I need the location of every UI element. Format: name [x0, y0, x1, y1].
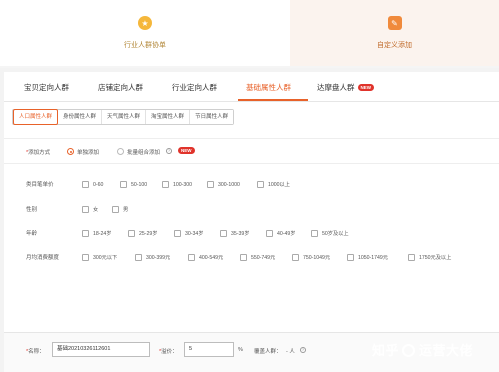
tab-item-crowd[interactable]: 宝贝定向人群	[24, 82, 69, 93]
checkbox[interactable]	[266, 230, 273, 237]
option-spend-4[interactable]: 750-1049元	[292, 253, 330, 262]
checkbox[interactable]	[347, 254, 354, 261]
watermark-logo-icon	[402, 344, 416, 357]
option-price-0[interactable]: 0-60	[82, 180, 103, 189]
bid-label: *溢价：	[159, 349, 178, 355]
custom-add-card[interactable]: ✎ 自定义添加	[290, 0, 499, 66]
add-method-row: *添加方式 单独添加 批量组合添加 ? NEW	[4, 138, 499, 164]
checkbox[interactable]	[128, 230, 135, 237]
edit-tag-icon: ✎	[387, 16, 402, 30]
industry-crowd-label: 行业人群协单	[124, 42, 166, 49]
custom-add-label: 自定义添加	[377, 42, 412, 49]
name-label: *名称：	[26, 349, 45, 355]
coverage-value: - 人	[286, 349, 295, 355]
help-icon[interactable]: ?	[300, 347, 306, 353]
bid-input[interactable]: 5	[184, 342, 234, 357]
crowd-tabs: 宝贝定向人群 店铺定向人群 行业定向人群 基础属性人群 达摩盘人群 NEW	[4, 72, 499, 102]
option-price-1[interactable]: 50-100	[120, 180, 147, 189]
checkbox[interactable]	[82, 230, 89, 237]
new-badge: NEW	[178, 147, 195, 154]
industry-crowd-card[interactable]: ★ 行业人群协单	[0, 0, 290, 66]
crowd-name-input[interactable]: 基础20210326112601	[52, 342, 150, 357]
checkbox[interactable]	[82, 254, 89, 261]
option-price-2[interactable]: 100-300	[162, 180, 192, 189]
checkbox[interactable]	[408, 254, 415, 261]
checkbox[interactable]	[311, 230, 318, 237]
mode-selector: ★ 行业人群协单 ✎ 自定义添加	[0, 0, 499, 68]
tab-basic-attr-crowd[interactable]: 基础属性人群	[246, 82, 291, 93]
tab-dmp-crowd[interactable]: 达摩盘人群 NEW	[317, 82, 374, 93]
tab-dmp-label: 达摩盘人群	[317, 83, 355, 92]
option-spend-1[interactable]: 300-399元	[135, 253, 170, 262]
checkbox[interactable]	[135, 254, 142, 261]
option-spend-2[interactable]: 400-549元	[188, 253, 223, 262]
option-spend-5[interactable]: 1050-1749元	[347, 253, 388, 262]
bid-unit: %	[238, 347, 243, 353]
attr-subtabs: 人口属性人群 身份属性人群 天气属性人群 淘宝属性人群 节日属性人群	[12, 109, 235, 125]
new-badge: NEW	[357, 84, 374, 91]
subtab-holiday[interactable]: 节日属性人群	[190, 110, 234, 124]
checkbox[interactable]	[207, 181, 214, 188]
option-spend-3[interactable]: 550-749元	[240, 253, 275, 262]
tab-industry-crowd[interactable]: 行业定向人群	[172, 82, 217, 93]
attr-label-price: 类目笔单价	[26, 182, 54, 188]
option-age-1[interactable]: 25-29岁	[128, 229, 157, 238]
option-gender-female[interactable]: 女	[82, 205, 98, 214]
help-icon[interactable]: ?	[166, 148, 172, 154]
option-age-5[interactable]: 50岁及以上	[311, 229, 349, 238]
option-gender-male[interactable]: 男	[112, 205, 128, 214]
subtab-weather[interactable]: 天气属性人群	[102, 110, 147, 124]
checkbox[interactable]	[188, 254, 195, 261]
watermark-left: 知乎	[372, 343, 400, 358]
subtab-population[interactable]: 人口属性人群	[13, 109, 59, 125]
checkbox[interactable]	[220, 230, 227, 237]
active-tab-indicator	[238, 99, 308, 101]
subtab-identity[interactable]: 身份属性人群	[58, 110, 103, 124]
single-add-label: 单独添加	[77, 150, 100, 156]
subtab-taobao[interactable]: 淘宝属性人群	[146, 110, 191, 124]
checkbox[interactable]	[240, 254, 247, 261]
option-spend-0[interactable]: 300元以下	[82, 253, 117, 262]
tab-shop-crowd[interactable]: 店铺定向人群	[98, 82, 143, 93]
option-age-3[interactable]: 35-39岁	[220, 229, 249, 238]
single-add-radio[interactable]	[67, 148, 74, 155]
add-method-label: *添加方式	[26, 150, 51, 156]
option-age-2[interactable]: 30-34岁	[174, 229, 203, 238]
crowd-panel: 宝贝定向人群 店铺定向人群 行业定向人群 基础属性人群 达摩盘人群 NEW 人口属…	[4, 72, 499, 372]
watermark-right: 运营大佬	[419, 343, 474, 358]
checkbox[interactable]	[257, 181, 264, 188]
checkbox[interactable]	[82, 181, 89, 188]
batch-add-label: 批量组合添加	[127, 150, 161, 156]
checkbox[interactable]	[162, 181, 169, 188]
medal-icon: ★	[138, 16, 152, 30]
option-price-3[interactable]: 300-1000	[207, 180, 240, 189]
batch-add-radio[interactable]	[117, 148, 124, 155]
checkbox[interactable]	[112, 206, 119, 213]
checkbox[interactable]	[174, 230, 181, 237]
attr-label-spend: 月均消费额度	[26, 255, 60, 261]
attr-label-gender: 性别	[26, 207, 38, 213]
option-age-4[interactable]: 40-49岁	[266, 229, 295, 238]
option-spend-6[interactable]: 1750元及以上	[408, 253, 451, 262]
checkbox[interactable]	[82, 206, 89, 213]
option-price-4[interactable]: 1000以上	[257, 180, 290, 189]
coverage-label: 覆盖人群：	[254, 349, 282, 355]
attr-label-age: 年龄	[26, 231, 38, 237]
watermark: 知乎 运营大佬	[372, 340, 473, 359]
option-age-0[interactable]: 18-24岁	[82, 229, 111, 238]
checkbox[interactable]	[292, 254, 299, 261]
checkbox[interactable]	[120, 181, 127, 188]
